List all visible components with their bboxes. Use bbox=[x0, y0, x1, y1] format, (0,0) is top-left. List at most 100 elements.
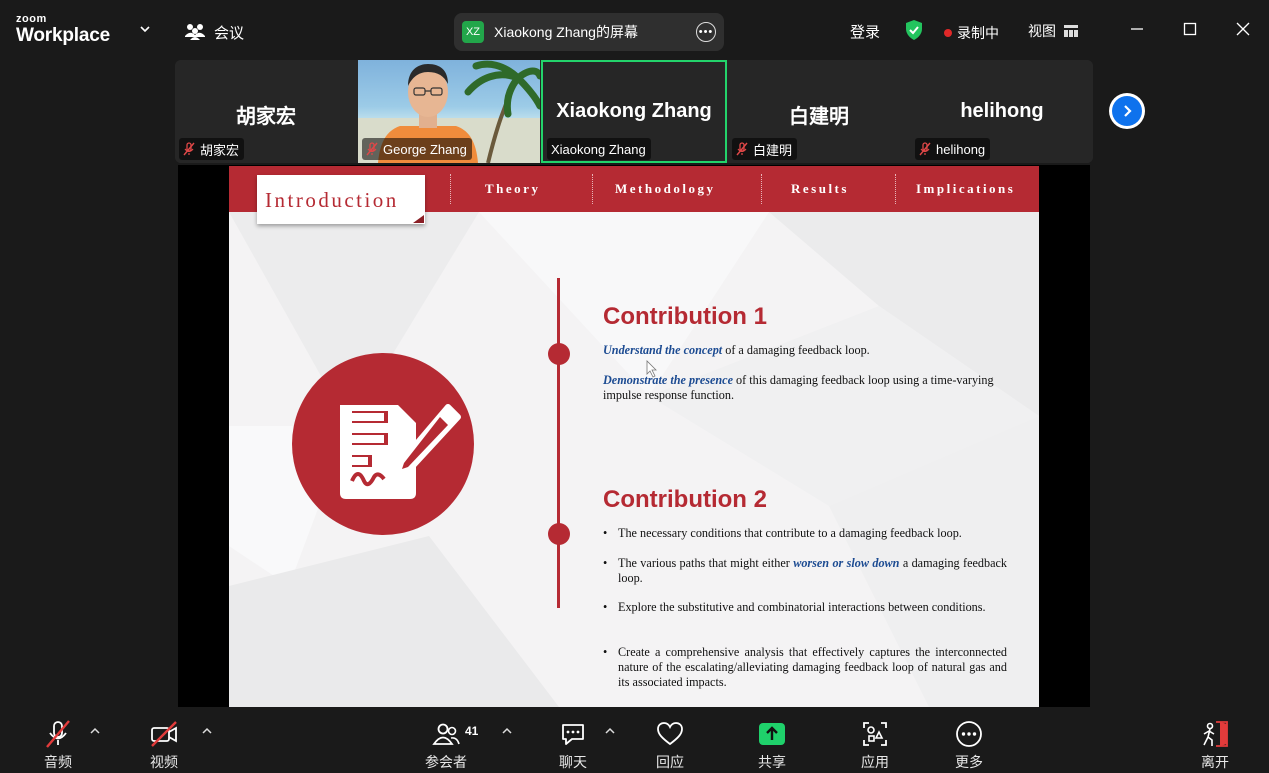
tab-corner-fold bbox=[413, 215, 424, 223]
video-label: 视频 bbox=[150, 754, 178, 770]
emphasis-text: Understand the concept bbox=[603, 343, 723, 357]
recording-label: 录制中 bbox=[957, 25, 999, 41]
bullet-item: Create a comprehensive analysis that eff… bbox=[603, 645, 1007, 690]
bullet-item: The necessary conditions that contribute… bbox=[603, 526, 1007, 541]
apps-label: 应用 bbox=[861, 754, 889, 770]
chevron-up-icon[interactable] bbox=[201, 725, 213, 737]
participant-name-tag: 白建明 bbox=[732, 138, 798, 160]
chevron-right-icon bbox=[1124, 105, 1132, 117]
body-text: The various paths that might either bbox=[618, 556, 794, 570]
people-icon bbox=[185, 24, 205, 40]
grid-view-icon bbox=[1064, 25, 1078, 37]
logo-line2: Workplace bbox=[16, 25, 110, 46]
leave-label: 离开 bbox=[1201, 754, 1229, 770]
chevron-down-icon[interactable] bbox=[138, 22, 152, 36]
bullet-item: Explore the substitutive and combinatori… bbox=[603, 600, 1007, 615]
nav-tab-introduction-active: Introduction bbox=[257, 175, 425, 224]
chat-button[interactable]: 聊天 bbox=[555, 707, 591, 773]
participants-label: 参会者 bbox=[425, 754, 467, 770]
body-text: of a damaging feedback loop. bbox=[722, 343, 870, 357]
presentation-slide: Theory Methodology Results Implications … bbox=[229, 166, 1039, 707]
chevron-up-icon[interactable] bbox=[89, 725, 101, 737]
nav-divider bbox=[761, 174, 762, 204]
participant-name: 胡家宏 bbox=[200, 142, 240, 158]
participants-count-badge: 41 bbox=[465, 724, 479, 738]
mic-muted-icon bbox=[366, 142, 378, 156]
share-screen-button[interactable]: 共享 bbox=[754, 707, 790, 773]
next-page-button[interactable] bbox=[1109, 93, 1145, 129]
participant-name-tag: helihong bbox=[915, 138, 991, 160]
participants-button[interactable]: 参会者 bbox=[423, 707, 469, 773]
contribution1-point2: Demonstrate the presence of this damagin… bbox=[603, 373, 1007, 403]
reactions-label: 回应 bbox=[656, 754, 684, 770]
nav-tab-implications: Implications bbox=[916, 181, 1016, 196]
participant-tile-active-speaker[interactable]: Xiaokong Zhang Xiaokong Zhang bbox=[541, 60, 727, 163]
security-shield-icon[interactable] bbox=[904, 19, 924, 41]
more-icon bbox=[956, 721, 982, 747]
nav-tab-results: Results bbox=[791, 181, 849, 196]
recording-indicator[interactable]: 录制中 bbox=[944, 23, 999, 43]
participant-display-name: 白建明 bbox=[789, 106, 849, 128]
participant-tile[interactable]: 白建明 白建明 bbox=[728, 60, 910, 163]
participant-tile-video[interactable]: George Zhang bbox=[358, 60, 540, 163]
more-label: 更多 bbox=[955, 754, 983, 770]
audio-button[interactable]: 音频 bbox=[40, 707, 76, 773]
apps-button[interactable]: 应用 bbox=[857, 707, 893, 773]
bullet-item: The various paths that might either wors… bbox=[603, 556, 1007, 586]
chat-icon bbox=[562, 724, 584, 745]
leave-meeting-button[interactable]: 离开 bbox=[1197, 707, 1233, 773]
participant-display-name: 胡家宏 bbox=[236, 106, 296, 128]
nav-tab-theory: Theory bbox=[485, 181, 541, 196]
timeline-dot bbox=[548, 343, 570, 365]
chevron-up-icon[interactable] bbox=[604, 725, 616, 737]
minimize-icon[interactable] bbox=[1130, 22, 1144, 36]
meeting-label: 会议 bbox=[214, 24, 245, 42]
share-title: Xiaokong Zhang的屏幕 bbox=[494, 24, 638, 40]
video-off-icon bbox=[151, 721, 177, 747]
mic-muted-icon bbox=[919, 142, 931, 156]
audio-label: 音频 bbox=[44, 754, 72, 770]
participant-name: helihong bbox=[936, 141, 986, 157]
participant-tile[interactable]: 胡家宏 胡家宏 bbox=[175, 60, 357, 163]
participant-name: Xiaokong Zhang bbox=[551, 141, 646, 157]
meeting-menu-button[interactable]: 会议 bbox=[184, 20, 244, 44]
reactions-button[interactable]: 回应 bbox=[652, 707, 688, 773]
contribution1-title: Contribution 1 bbox=[603, 303, 767, 330]
leave-door-icon bbox=[1203, 721, 1228, 747]
timeline-line bbox=[557, 278, 560, 608]
maximize-icon[interactable] bbox=[1183, 22, 1197, 36]
chevron-up-icon[interactable] bbox=[501, 725, 513, 737]
participant-display-name: helihong bbox=[960, 100, 1044, 122]
view-button[interactable]: 视图 bbox=[1028, 21, 1078, 41]
participants-icon bbox=[432, 723, 460, 745]
participant-strip: 胡家宏 胡家宏 George Zhang Xiaokong Zhang Xiao… bbox=[175, 60, 1093, 163]
nav-divider bbox=[450, 174, 451, 204]
mic-muted-icon bbox=[183, 142, 195, 156]
login-button[interactable]: 登录 bbox=[850, 21, 880, 42]
participant-name-tag: George Zhang bbox=[362, 138, 472, 160]
heart-icon bbox=[657, 722, 683, 746]
participant-tile[interactable]: helihong helihong bbox=[911, 60, 1093, 163]
view-label: 视图 bbox=[1028, 23, 1056, 39]
more-button[interactable]: 更多 bbox=[951, 707, 987, 773]
participant-name-tag: 胡家宏 bbox=[179, 138, 245, 160]
video-button[interactable]: 视频 bbox=[146, 707, 182, 773]
close-icon[interactable] bbox=[1236, 22, 1250, 36]
apps-icon bbox=[863, 722, 887, 746]
participant-name: George Zhang bbox=[383, 141, 467, 157]
screen-share-indicator[interactable]: XZ Xiaokong Zhang的屏幕 ••• bbox=[454, 13, 724, 51]
meeting-toolbar: 音频 视频 参会者 41 聊天 回应 共享 应用 更多 离开 bbox=[0, 707, 1269, 773]
emphasis-text: Demonstrate the presence bbox=[603, 373, 733, 387]
record-dot-icon bbox=[944, 29, 952, 37]
nav-active-label: Introduction bbox=[265, 188, 399, 212]
participant-name-tag: Xiaokong Zhang bbox=[547, 138, 651, 160]
participant-name: 白建明 bbox=[753, 142, 793, 158]
chat-label: 聊天 bbox=[559, 754, 587, 770]
mouse-cursor-icon bbox=[646, 360, 657, 378]
zoom-logo: zoom Workplace bbox=[16, 14, 110, 46]
share-screen-icon bbox=[759, 723, 785, 745]
contribution2-title: Contribution 2 bbox=[603, 486, 767, 513]
title-bar: zoom Workplace 会议 XZ Xiaokong Zhang的屏幕 •… bbox=[0, 0, 1269, 58]
more-options-icon[interactable]: ••• bbox=[696, 22, 716, 42]
participant-display-name: Xiaokong Zhang bbox=[556, 100, 712, 122]
